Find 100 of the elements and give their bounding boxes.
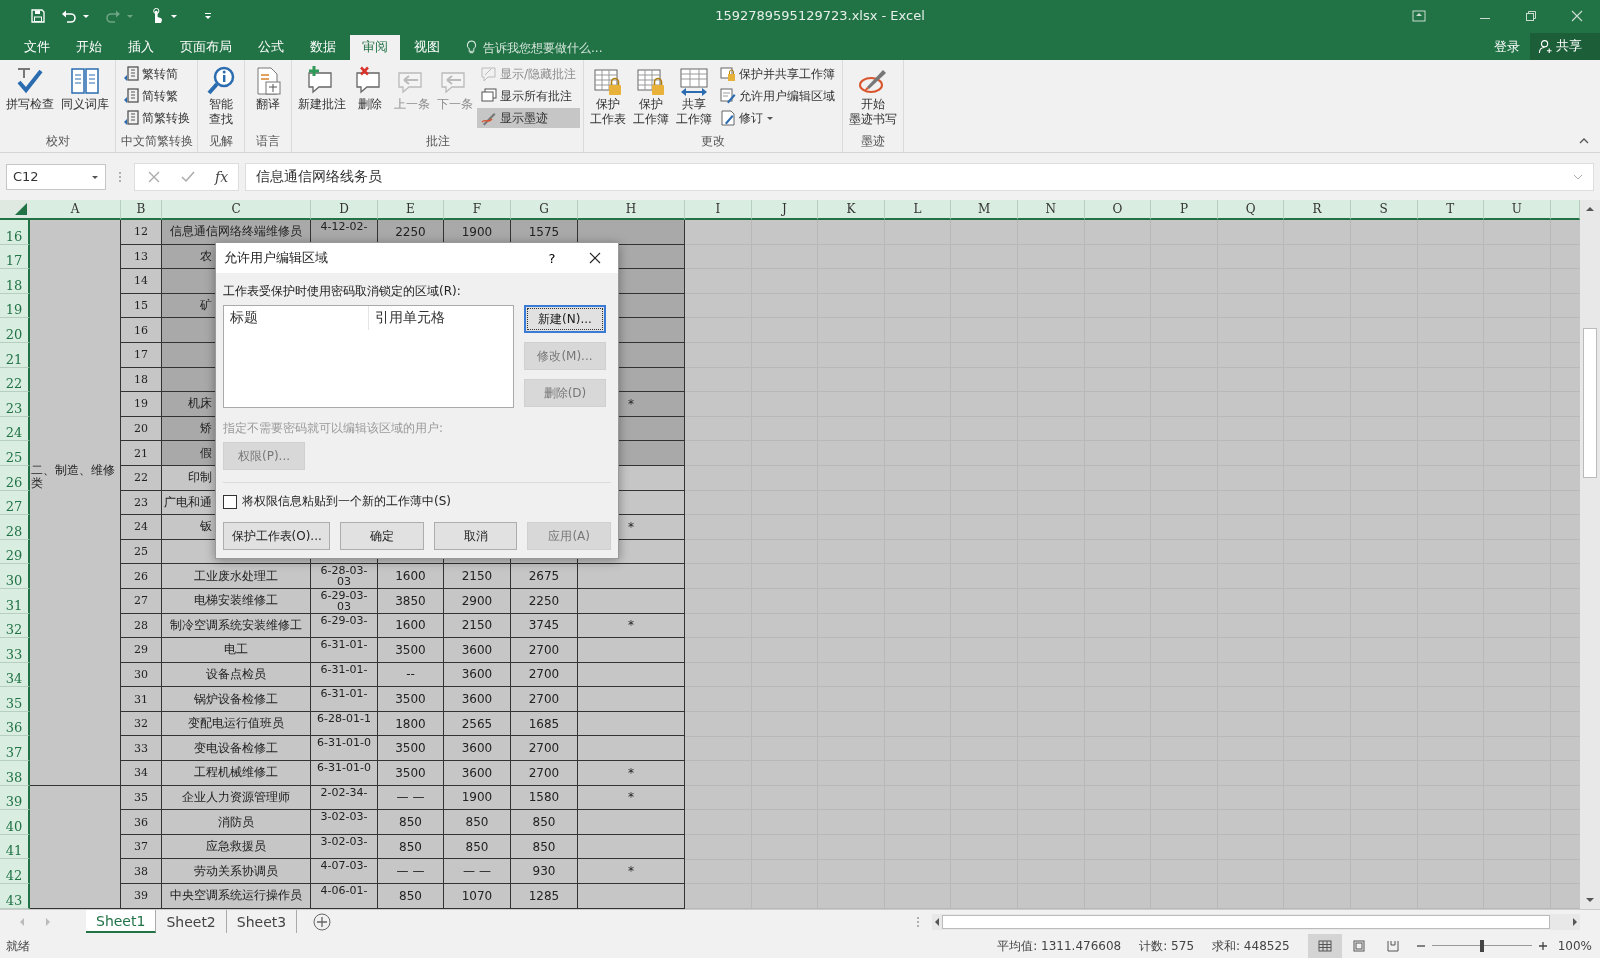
formula-field[interactable]: 信息通信网络线务员 (245, 162, 1594, 191)
scrollbar-thumb[interactable] (942, 914, 1550, 929)
column-header[interactable]: J (751, 200, 819, 220)
add-sheet-icon[interactable] (313, 912, 332, 931)
row-header[interactable]: 40 (0, 810, 30, 835)
row-header[interactable]: 31 (0, 588, 30, 614)
row-header[interactable]: 17 (0, 244, 30, 270)
ribbon-button[interactable]: 保护并共享工作簿 (716, 64, 840, 84)
collapse-icon[interactable] (1578, 136, 1590, 144)
ribbon-button[interactable]: 新建批注 (295, 62, 349, 132)
save-icon[interactable] (30, 7, 46, 24)
ribbon-button[interactable]: 简转繁 (119, 86, 194, 106)
ribbon-button[interactable]: 共享 工作簿 (673, 62, 716, 132)
column-header[interactable]: N (1017, 200, 1085, 220)
column-header[interactable]: S (1350, 200, 1418, 220)
dialog-button[interactable]: 取消 (433, 522, 518, 550)
row-header[interactable]: 21 (0, 342, 30, 368)
row-header[interactable]: 22 (0, 367, 30, 393)
column-header[interactable]: F (444, 200, 511, 220)
scroll-right-icon[interactable] (1570, 916, 1580, 927)
zoom-slider[interactable] (1431, 939, 1532, 954)
row-header[interactable]: 26 (0, 465, 30, 491)
ribbon-button[interactable]: 删除 (350, 62, 390, 132)
column-header[interactable]: O (1084, 200, 1152, 220)
ribbon-button[interactable]: 同义词库 (58, 62, 112, 132)
row-header[interactable]: 19 (0, 293, 30, 319)
column-header[interactable]: L (884, 200, 952, 220)
column-header[interactable]: C (162, 200, 311, 220)
name-box[interactable]: C12 (6, 163, 106, 190)
row-header[interactable]: 18 (0, 269, 30, 294)
menu-tab[interactable]: 页面布局 (168, 35, 244, 60)
row-header[interactable]: 24 (0, 416, 30, 442)
ribbon-button[interactable]: 开始 墨迹书写 (846, 62, 901, 132)
help-button[interactable]: ? (532, 244, 572, 272)
row-header[interactable]: 38 (0, 761, 30, 786)
ribbon-button[interactable]: 修订 (716, 108, 840, 128)
row-header[interactable]: 36 (0, 711, 30, 737)
row-header[interactable]: 20 (0, 318, 30, 343)
cancel-icon[interactable] (147, 169, 161, 184)
row-header[interactable]: 25 (0, 441, 30, 466)
list-column-header[interactable]: 标题 (224, 306, 369, 330)
row-header[interactable]: 23 (0, 392, 30, 417)
column-header[interactable]: Q (1217, 200, 1285, 220)
customize-icon[interactable] (203, 10, 213, 21)
column-header[interactable]: B (121, 200, 162, 220)
sheet-tab[interactable]: Sheet2 (156, 910, 227, 934)
column-header[interactable]: E (378, 200, 444, 220)
row-header[interactable]: 32 (0, 613, 30, 639)
menu-tab[interactable]: 开始 (64, 35, 114, 60)
grip-icon[interactable] (118, 169, 122, 184)
normal-view-button[interactable] (1307, 933, 1342, 958)
ribbon-button[interactable]: 保护 工作簿 (630, 62, 673, 132)
column-header[interactable]: P (1151, 200, 1218, 220)
column-header[interactable] (1550, 200, 1580, 220)
horizontal-scrollbar[interactable] (932, 913, 1580, 930)
ribbon-button[interactable]: 翻译 (248, 62, 288, 132)
row-header[interactable]: 42 (0, 859, 30, 885)
column-header[interactable]: I (685, 200, 752, 220)
sign-in-link[interactable]: 登录 (1484, 35, 1530, 60)
vertical-scrollbar[interactable] (1580, 200, 1600, 909)
grip-icon[interactable] (916, 914, 920, 929)
column-header[interactable]: A (30, 200, 121, 220)
column-header[interactable]: R (1284, 200, 1351, 220)
row-header[interactable]: 16 (0, 220, 30, 245)
row-header[interactable]: 35 (0, 687, 30, 712)
menu-tab[interactable]: 视图 (402, 35, 452, 60)
row-header[interactable]: 37 (0, 736, 30, 762)
column-header[interactable]: U (1484, 200, 1551, 220)
ranges-list[interactable]: 标题 引用单元格 (223, 305, 514, 408)
ribbon-button[interactable]: 显示所有批注 (477, 86, 581, 106)
column-header[interactable]: M (951, 200, 1018, 220)
row-header[interactable]: 29 (0, 539, 30, 565)
insert-function-button[interactable]: fx (215, 168, 229, 185)
column-header[interactable]: H (578, 200, 685, 220)
row-header[interactable]: 33 (0, 638, 30, 663)
dialog-button[interactable]: 确定 (340, 522, 424, 550)
sheet-tab[interactable]: Sheet3 (226, 910, 298, 934)
ribbon-button[interactable]: 保护 工作表 (587, 62, 630, 132)
checkmark-icon[interactable] (181, 169, 195, 184)
scroll-up-icon[interactable] (1585, 204, 1595, 214)
slider-thumb[interactable] (1479, 940, 1484, 953)
share-button[interactable]: 共享 (1530, 33, 1600, 60)
dialog-button[interactable]: 保护工作表(O)... (223, 522, 331, 550)
column-header[interactable]: D (311, 200, 378, 220)
ribbon-button[interactable]: 智能 查找 (201, 62, 241, 132)
column-header[interactable]: T (1417, 200, 1485, 220)
select-all-icon[interactable] (14, 202, 28, 216)
row-header[interactable]: 27 (0, 490, 30, 516)
menu-tab[interactable]: 审阅 (350, 35, 400, 60)
row-header[interactable]: 34 (0, 662, 30, 688)
sheet-tab[interactable]: Sheet1 (86, 910, 157, 934)
ribbon-button[interactable]: 简繁转换 (119, 108, 194, 128)
row-header[interactable]: 43 (0, 884, 30, 909)
expand-icon[interactable] (1573, 172, 1583, 181)
menu-tab[interactable]: 数据 (298, 35, 348, 60)
column-header[interactable]: G (511, 200, 578, 220)
zoom-in-icon[interactable] (1537, 941, 1548, 952)
ribbon-button[interactable]: 显示墨迹 (477, 108, 581, 128)
search-field[interactable]: 告诉我您想要做什么... (466, 35, 635, 60)
row-header[interactable]: 28 (0, 515, 30, 540)
